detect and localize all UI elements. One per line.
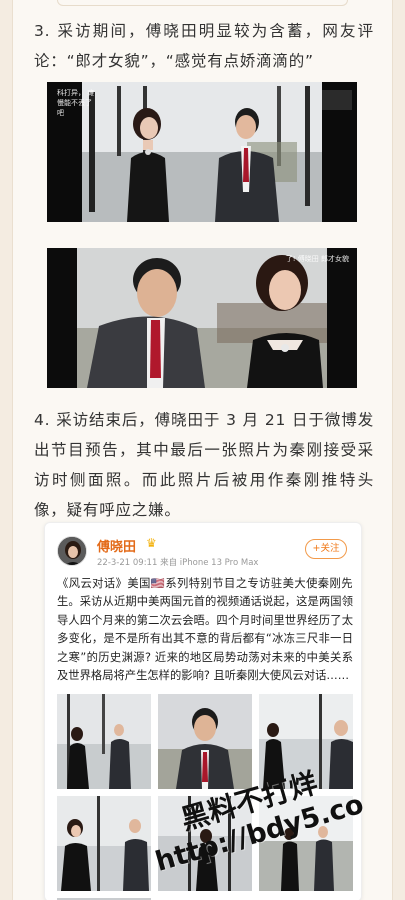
grid-image-2[interactable]	[158, 694, 252, 789]
grid-image-3[interactable]	[259, 694, 353, 789]
channel-logo-icon	[322, 90, 352, 110]
card-top-edge	[57, 0, 348, 6]
paragraph-4: 4. 采访结束后，傅晓田于 3 月 21 日于微博发出节目预告，其中最后一张照片…	[34, 411, 374, 519]
post-meta: 22-3-21 09:11 来自 iPhone 13 Pro Max	[97, 558, 259, 568]
follow-button[interactable]: +关注	[305, 539, 347, 559]
weibo-post-card: 傅晓田 ♛ 22-3-21 09:11 来自 iPhone 13 Pro Max…	[44, 522, 362, 900]
avatar[interactable]	[57, 536, 87, 566]
paragraph-3: 3. 采访期间，傅晓田明显较为含蓄，网友评论：“郎才女貌”，“感觉有点娇滴滴的”	[34, 22, 374, 70]
crown-icon: ♛	[146, 536, 157, 550]
interview-photo-1: 科打异， 瘫慢能不丢了吧	[47, 82, 357, 222]
interview-photo-2: 了! 傅晓田 郎才女貌	[47, 248, 357, 388]
photo-overlay-caption-left: 科打异， 瘫慢能不丢了吧	[57, 89, 95, 117]
grid-image-4[interactable]	[57, 796, 151, 891]
grid-image-6[interactable]	[259, 796, 353, 891]
photo-overlay-caption-right: 了! 傅晓田 郎才女貌	[285, 255, 349, 263]
post-text: 《风云对话》美国🇺🇸系列特别节目之专访驻美大使秦刚先生。采访从近期中美两国元首的…	[57, 577, 353, 683]
grid-image-5[interactable]	[158, 796, 252, 891]
weibo-username[interactable]: 傅晓田	[97, 536, 136, 555]
grid-image-1[interactable]	[57, 694, 151, 789]
